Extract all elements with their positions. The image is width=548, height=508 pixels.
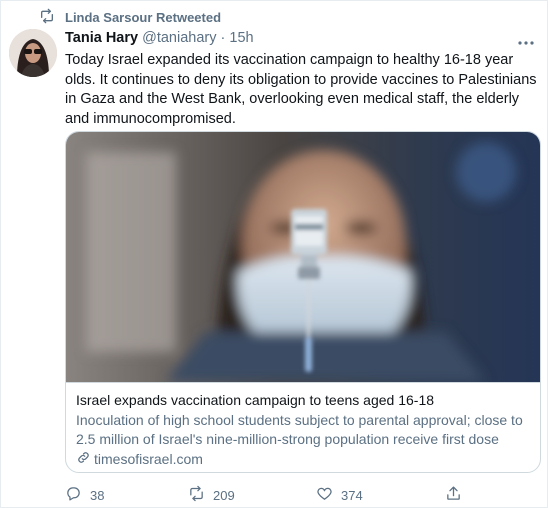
card-description: Inoculation of high school students subj… [76, 411, 523, 448]
share-button[interactable] [445, 485, 462, 505]
reply-count: 38 [90, 487, 105, 503]
author-name[interactable]: Tania Hary [65, 30, 138, 46]
card-domain: timesofisrael.com [76, 450, 532, 471]
retweet-count: 209 [213, 487, 235, 503]
card-image [66, 132, 540, 382]
card-title: Israel expands vaccination campaign to t… [76, 392, 435, 408]
timestamp[interactable]: 15h [229, 30, 253, 46]
card-meta[interactable]: Israel expands vaccination campaign to t… [66, 382, 540, 472]
separator-dot: · [220, 30, 226, 46]
tweet-actions: 38 209 374 [65, 485, 541, 505]
like-button[interactable]: 374 [316, 485, 363, 505]
link-card[interactable]: Israel expands vaccination campaign to t… [65, 131, 541, 473]
reply-button[interactable]: 38 [65, 485, 104, 505]
retweet-icon [39, 8, 55, 29]
like-count: 374 [341, 487, 363, 503]
link-icon [76, 450, 91, 471]
retweet-indicator [39, 8, 55, 29]
author-handle[interactable]: @taniahary [142, 30, 216, 46]
retweet-label[interactable]: Linda Sarsour Retweeted [65, 10, 221, 25]
tweet-header: Tania Hary @taniahary · 15h [65, 30, 254, 46]
tweet[interactable]: Linda Sarsour Retweeted Tania Hary @tani… [0, 0, 548, 508]
retweet-icon [188, 485, 205, 505]
tweet-text: Today Israel expanded its vaccination ca… [65, 52, 537, 127]
retweet-button[interactable]: 209 [188, 485, 235, 505]
card-domain-text: timesofisrael.com [94, 451, 203, 467]
avatar[interactable] [9, 29, 57, 77]
share-icon [445, 485, 462, 505]
heart-icon [316, 485, 333, 505]
reply-icon [65, 485, 82, 505]
